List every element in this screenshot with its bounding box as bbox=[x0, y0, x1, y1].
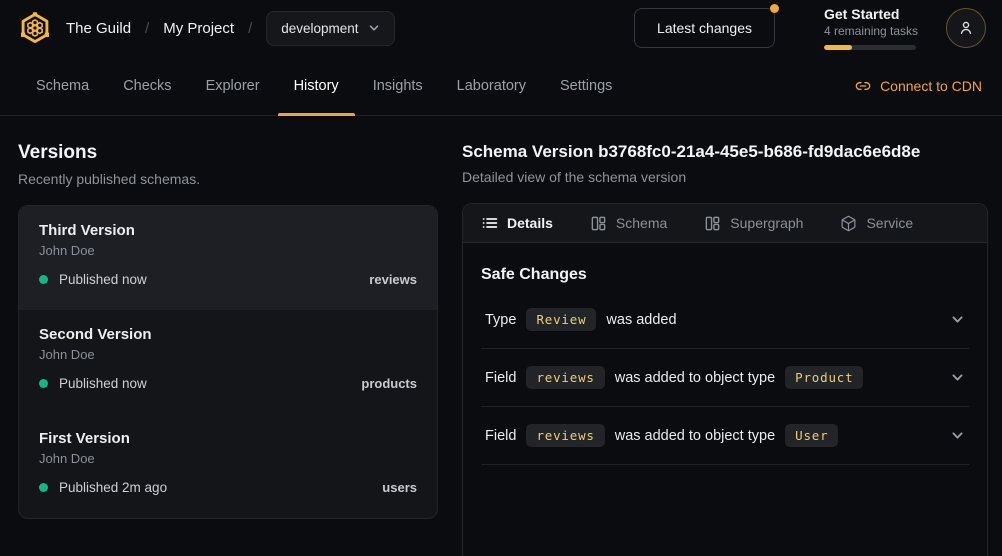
tab-settings[interactable]: Settings bbox=[544, 56, 628, 115]
change-row-field-product[interactable]: Field reviews was added to object type P… bbox=[481, 349, 969, 407]
get-started-widget[interactable]: Get Started 4 remaining tasks bbox=[824, 6, 916, 50]
list-icon bbox=[482, 215, 498, 231]
type-badge: Review bbox=[526, 308, 596, 331]
type-badge: User bbox=[785, 424, 838, 447]
version-author: John Doe bbox=[39, 451, 417, 466]
type-badge: Product bbox=[785, 366, 863, 389]
change-text: Type bbox=[485, 312, 516, 328]
detail-body: Safe Changes Type Review was added Field bbox=[463, 243, 987, 465]
change-text: was added to object type bbox=[615, 428, 775, 444]
field-badge: reviews bbox=[526, 366, 604, 389]
version-author: John Doe bbox=[39, 347, 417, 362]
detail-tab-schema[interactable]: Schema bbox=[590, 215, 667, 232]
change-text: Field bbox=[485, 370, 516, 386]
breadcrumb-separator: / bbox=[248, 20, 252, 37]
schema-version-subtitle: Detailed view of the schema version bbox=[462, 169, 988, 185]
get-started-title: Get Started bbox=[824, 6, 916, 22]
versions-panel: Versions Recently published schemas. Thi… bbox=[18, 132, 438, 556]
get-started-progressbar bbox=[824, 45, 916, 50]
link-icon bbox=[855, 78, 871, 94]
chevron-down-icon bbox=[950, 370, 965, 385]
change-text: was added to object type bbox=[615, 370, 775, 386]
chevron-down-icon bbox=[950, 312, 965, 327]
tab-laboratory[interactable]: Laboratory bbox=[441, 56, 542, 115]
chevron-down-icon bbox=[368, 22, 380, 34]
schema-version-detail-panel: Schema Version b3768fc0-21a4-45e5-b686-f… bbox=[462, 132, 988, 556]
published-status-dot bbox=[39, 379, 48, 388]
service-name: reviews bbox=[369, 272, 417, 287]
detail-tab-label: Details bbox=[507, 215, 553, 231]
version-name: Third Version bbox=[39, 222, 417, 239]
change-text: Field bbox=[485, 428, 516, 444]
published-time: Published now bbox=[59, 376, 147, 391]
main-content: Versions Recently published schemas. Thi… bbox=[0, 116, 1002, 556]
published-status-dot bbox=[39, 483, 48, 492]
latest-changes-button[interactable]: Latest changes bbox=[634, 8, 775, 48]
connect-to-cdn-label: Connect to CDN bbox=[880, 78, 982, 94]
app-window: The Guild / My Project / development Lat… bbox=[0, 0, 1002, 556]
tab-insights[interactable]: Insights bbox=[357, 56, 439, 115]
target-selector-dropdown[interactable]: development bbox=[266, 11, 394, 46]
published-time: Published 2m ago bbox=[59, 480, 167, 495]
published-time: Published now bbox=[59, 272, 147, 287]
versions-subtitle: Recently published schemas. bbox=[18, 171, 438, 187]
change-row-field-user[interactable]: Field reviews was added to object type U… bbox=[481, 407, 969, 465]
tab-schema[interactable]: Schema bbox=[20, 56, 105, 115]
service-name: users bbox=[382, 480, 417, 495]
chevron-down-icon bbox=[950, 428, 965, 443]
user-icon bbox=[957, 19, 975, 37]
breadcrumb-project[interactable]: My Project bbox=[163, 20, 234, 37]
notification-dot bbox=[770, 4, 779, 13]
version-item-first[interactable]: First Version John Doe Published 2m ago … bbox=[19, 414, 437, 518]
cube-icon bbox=[840, 215, 857, 232]
service-name: products bbox=[361, 376, 417, 391]
change-row-type-review[interactable]: Type Review was added bbox=[481, 291, 969, 349]
safe-changes-heading: Safe Changes bbox=[481, 266, 969, 284]
tab-explorer[interactable]: Explorer bbox=[190, 56, 276, 115]
hive-logo-icon[interactable] bbox=[18, 11, 52, 45]
project-nav: Schema Checks Explorer History Insights … bbox=[0, 56, 1002, 116]
version-name: First Version bbox=[39, 430, 417, 447]
versions-title: Versions bbox=[18, 142, 438, 164]
connect-to-cdn-link[interactable]: Connect to CDN bbox=[855, 56, 982, 115]
detail-tab-label: Supergraph bbox=[730, 215, 803, 231]
detail-tab-service[interactable]: Service bbox=[840, 215, 913, 232]
change-text: was added bbox=[606, 312, 676, 328]
detail-tab-supergraph[interactable]: Supergraph bbox=[704, 215, 803, 232]
breadcrumb-separator: / bbox=[145, 20, 149, 37]
tab-checks[interactable]: Checks bbox=[107, 56, 187, 115]
version-item-third[interactable]: Third Version John Doe Published now rev… bbox=[19, 206, 437, 310]
tab-history[interactable]: History bbox=[278, 56, 355, 115]
target-selector-value: development bbox=[281, 21, 358, 36]
version-name: Second Version bbox=[39, 326, 417, 343]
schema-version-card: Details Schema bbox=[462, 203, 988, 556]
detail-tabbar: Details Schema bbox=[463, 204, 987, 243]
version-list: Third Version John Doe Published now rev… bbox=[18, 205, 438, 519]
detail-tab-details[interactable]: Details bbox=[482, 215, 553, 231]
field-badge: reviews bbox=[526, 424, 604, 447]
columns-icon bbox=[590, 215, 607, 232]
get-started-progress-fill bbox=[824, 45, 852, 50]
columns-icon bbox=[704, 215, 721, 232]
user-avatar[interactable] bbox=[946, 8, 986, 48]
version-author: John Doe bbox=[39, 243, 417, 258]
breadcrumb-org[interactable]: The Guild bbox=[66, 20, 131, 37]
version-item-second[interactable]: Second Version John Doe Published now pr… bbox=[19, 310, 437, 414]
top-header: The Guild / My Project / development Lat… bbox=[0, 0, 1002, 56]
get-started-subtitle: 4 remaining tasks bbox=[824, 24, 916, 38]
published-status-dot bbox=[39, 275, 48, 284]
schema-version-title: Schema Version b3768fc0-21a4-45e5-b686-f… bbox=[462, 142, 988, 162]
detail-tab-label: Schema bbox=[616, 215, 667, 231]
detail-tab-label: Service bbox=[866, 215, 913, 231]
